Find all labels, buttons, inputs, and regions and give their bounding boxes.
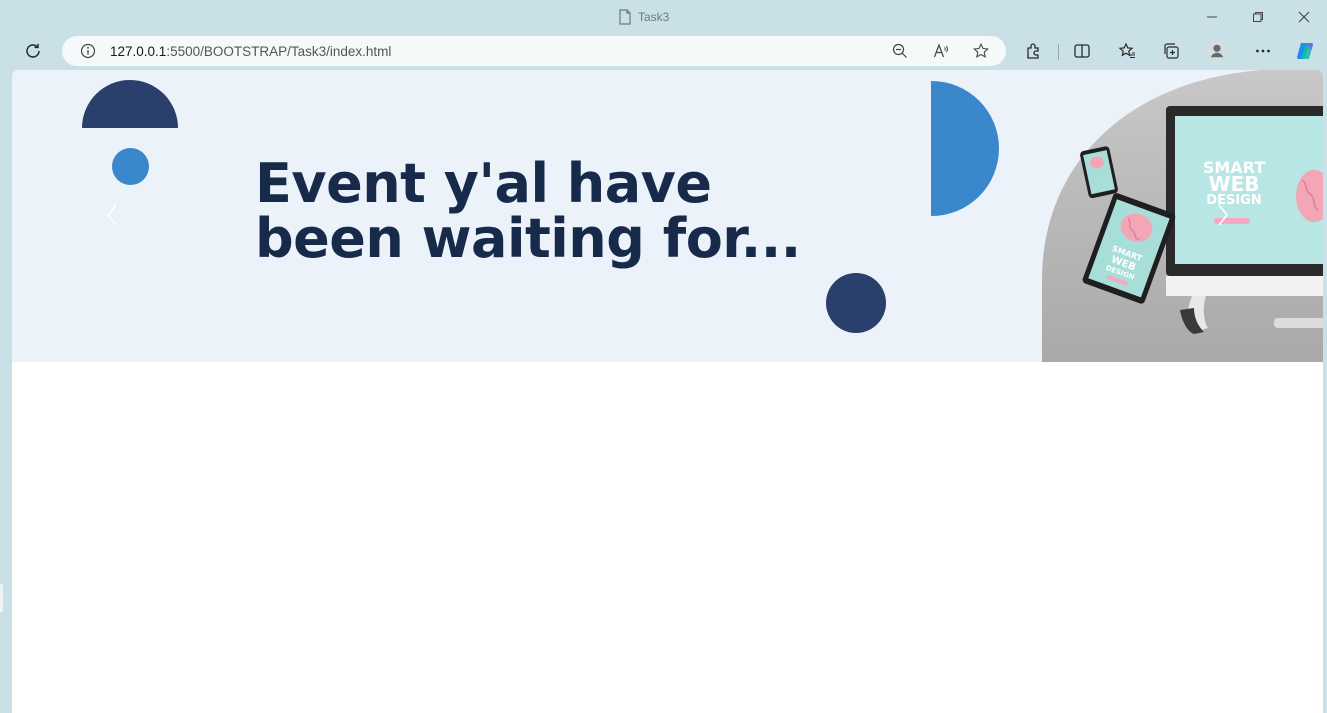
profile-button[interactable] bbox=[1203, 37, 1231, 65]
favorites-icon bbox=[1118, 42, 1135, 59]
navy-circle-shape bbox=[826, 273, 886, 333]
split-screen-icon bbox=[1074, 44, 1090, 58]
tab-title: Task3 bbox=[618, 8, 669, 26]
settings-more-button[interactable] bbox=[1249, 37, 1277, 65]
title-bar: Task3 bbox=[0, 0, 1327, 34]
copilot-icon bbox=[1297, 43, 1313, 59]
document-icon bbox=[619, 9, 631, 25]
tab-title-text: Task3 bbox=[638, 10, 670, 24]
carousel-prev-button[interactable] bbox=[100, 200, 124, 230]
carousel-next-button[interactable] bbox=[1211, 200, 1235, 230]
toolbar-separator bbox=[1058, 44, 1059, 60]
refresh-icon bbox=[26, 43, 40, 58]
address-bar[interactable]: 127.0.0.1:5500/BOOTSTRAP/Task3/index.htm… bbox=[62, 36, 1006, 66]
favorite-button[interactable] bbox=[971, 41, 991, 61]
chevron-left-icon bbox=[106, 204, 117, 226]
hero-headline-line-1: Event y'al have bbox=[255, 152, 712, 215]
copilot-button[interactable] bbox=[1291, 37, 1319, 65]
close-button[interactable] bbox=[1293, 6, 1315, 28]
minimize-icon bbox=[1207, 16, 1217, 18]
favorite-star-icon bbox=[973, 43, 989, 58]
refresh-button[interactable] bbox=[19, 37, 47, 65]
site-info-button[interactable] bbox=[78, 41, 98, 61]
chevron-right-icon bbox=[1218, 204, 1229, 226]
favorites-button[interactable] bbox=[1113, 37, 1141, 65]
blue-half-circle-shape bbox=[931, 81, 999, 216]
read-aloud-button[interactable] bbox=[931, 41, 951, 61]
zoom-button[interactable] bbox=[890, 41, 910, 61]
collections-icon bbox=[1164, 43, 1179, 59]
browser-toolbar: 127.0.0.1:5500/BOOTSTRAP/Task3/index.htm… bbox=[0, 34, 1327, 70]
edge-sidebar-handle[interactable] bbox=[0, 584, 3, 612]
smart-web-design-devices-image: SMART WEB DESIGN SMART WEB DESIGN bbox=[1042, 70, 1323, 362]
hero-carousel: Event y'al have been waiting for... SMAR… bbox=[12, 70, 1323, 362]
url-text[interactable]: 127.0.0.1:5500/BOOTSTRAP/Task3/index.htm… bbox=[110, 44, 391, 59]
minimize-button[interactable] bbox=[1201, 6, 1223, 28]
url-host: 127.0.0.1 bbox=[110, 44, 167, 59]
hero-headline-line-2: been waiting for... bbox=[255, 207, 801, 270]
extensions-icon bbox=[1027, 43, 1039, 59]
restore-button[interactable] bbox=[1247, 6, 1269, 28]
extensions-button[interactable] bbox=[1020, 37, 1048, 65]
zoom-out-icon bbox=[892, 43, 907, 58]
read-aloud-icon bbox=[933, 43, 948, 58]
page-viewport: Event y'al have been waiting for... SMAR… bbox=[12, 70, 1323, 713]
blue-circle-shape bbox=[112, 148, 149, 185]
info-icon bbox=[80, 43, 96, 59]
restore-icon bbox=[1253, 12, 1263, 22]
more-icon bbox=[1256, 49, 1270, 53]
hero-headline: Event y'al have been waiting for... bbox=[255, 156, 875, 266]
navy-half-circle-shape bbox=[82, 80, 178, 128]
profile-icon bbox=[1206, 40, 1228, 62]
collections-button[interactable] bbox=[1157, 37, 1185, 65]
split-screen-button[interactable] bbox=[1068, 37, 1096, 65]
close-icon bbox=[1298, 11, 1310, 23]
url-path: :5500/BOOTSTRAP/Task3/index.html bbox=[166, 44, 392, 59]
